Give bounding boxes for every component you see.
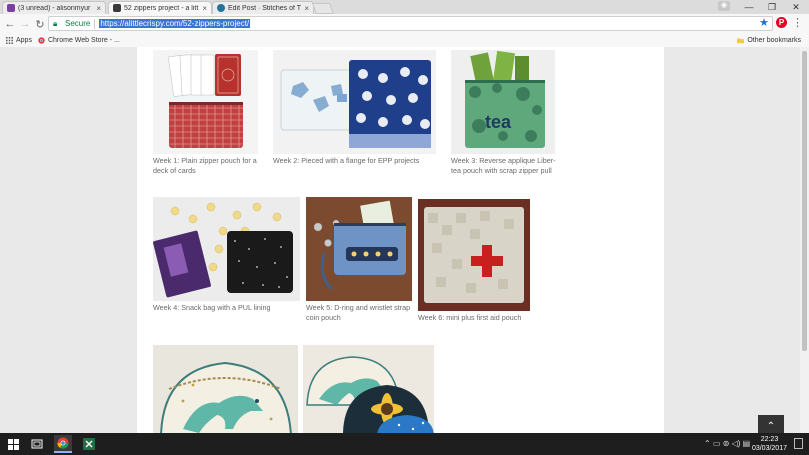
tab-edit-post[interactable]: Edit Post · Stitches of Ti ×	[212, 1, 314, 14]
wordpress-icon	[217, 4, 225, 12]
taskbar-clock[interactable]: 22:23 03/03/2017	[752, 435, 787, 453]
gallery-caption: Week 6: mini plus first aid pouch	[418, 313, 522, 322]
close-window-button[interactable]: ✕	[784, 0, 808, 14]
folder-icon	[737, 38, 745, 44]
clock-date: 03/03/2017	[751, 445, 787, 452]
gallery-caption: Week 5: D-ring and wristlet strap coin po…	[306, 303, 411, 322]
week-1-photo[interactable]	[153, 50, 258, 154]
gallery-caption: Week 2: Pieced with a flange for EPP pro…	[273, 156, 420, 165]
address-bar[interactable]: 🔒︎ Secure https://alittlecrispy.com/52-z…	[48, 16, 773, 31]
bookmark-chrome-web-store[interactable]: Chrome Web Store - ...	[38, 37, 120, 44]
gallery-caption: Week 4: Snack bag with a PUL lining	[153, 303, 271, 312]
divider	[94, 18, 96, 29]
week-7-photo[interactable]	[153, 345, 298, 433]
excel-taskbar-icon[interactable]	[80, 435, 98, 453]
pinterest-icon[interactable]: P	[776, 17, 787, 28]
maximize-button[interactable]: ❐	[760, 0, 784, 14]
lock-icon: 🔒︎	[53, 18, 58, 28]
forward-button[interactable]: →	[18, 17, 32, 31]
week-4-photo[interactable]	[153, 197, 300, 301]
tab-label: Edit Post · Stitches of Ti	[228, 4, 302, 12]
profile-icon[interactable]: ◉	[718, 1, 730, 11]
menu-icon[interactable]: ⋮	[792, 16, 803, 29]
chrome-taskbar-icon[interactable]	[54, 435, 72, 453]
tab-label: (3 unread) - alisonmyur	[18, 4, 91, 12]
reload-button[interactable]: ↻	[33, 17, 47, 31]
post-content: Week 1: Plain zipper pouch for a deck of …	[137, 47, 664, 433]
back-button[interactable]: ←	[3, 17, 17, 31]
windows-start-icon[interactable]	[4, 435, 22, 453]
secure-label: Secure	[65, 19, 91, 28]
week-2-photo[interactable]	[273, 50, 436, 154]
bookmarks-bar: Apps Chrome Web Store - ... Other bookma…	[0, 34, 809, 48]
week-5-photo[interactable]	[306, 197, 412, 301]
bookmark-label: Chrome Web Store - ...	[47, 37, 120, 44]
task-view-icon[interactable]	[28, 435, 46, 453]
close-icon[interactable]: ×	[304, 4, 309, 13]
page-viewport: Week 1: Plain zipper pouch for a deck of …	[0, 47, 800, 433]
notifications-icon[interactable]	[794, 438, 803, 449]
close-icon[interactable]: ×	[202, 4, 207, 13]
gallery-caption: Week 1: Plain zipper pouch for a deck of …	[153, 156, 257, 175]
new-tab-button[interactable]	[311, 3, 335, 14]
bookmark-star-icon[interactable]: ★	[759, 16, 769, 29]
week-6-photo[interactable]	[418, 199, 530, 311]
week-8-photo[interactable]	[303, 345, 434, 433]
bookmark-label: Apps	[16, 37, 32, 44]
week-3-photo[interactable]: tea	[451, 50, 555, 154]
tab-52-zippers[interactable]: 52 zippers project - a litt ×	[108, 1, 212, 14]
bookmark-label: Other bookmarks	[747, 37, 801, 44]
url-text[interactable]: https://alittlecrispy.com/52-zippers-pro…	[99, 19, 251, 28]
mail-icon	[7, 4, 15, 12]
chrome-web-store-icon	[38, 37, 45, 44]
tea-applique-text: tea	[485, 112, 512, 132]
close-icon[interactable]: ×	[96, 4, 101, 13]
apps-icon	[6, 37, 13, 44]
gallery-caption: Week 3: Reverse applique Liber-tea pouch…	[451, 156, 556, 175]
minimize-button[interactable]: —	[737, 0, 761, 14]
windows-taskbar: ⌃ ▭ ⊚ ◁) ▤ 22:23 03/03/2017	[0, 433, 809, 455]
tab-label: 52 zippers project - a litt	[124, 4, 199, 12]
clock-time: 22:23	[760, 436, 779, 443]
scrollbar-thumb[interactable]	[802, 51, 807, 351]
page-scrollbar[interactable]	[800, 47, 809, 433]
site-icon	[113, 4, 121, 12]
bookmark-apps[interactable]: Apps	[6, 37, 32, 44]
system-tray-icons[interactable]: ⌃ ▭ ⊚ ◁) ▤	[704, 439, 750, 448]
tab-gmail[interactable]: (3 unread) - alisonmyur ×	[2, 1, 106, 14]
other-bookmarks[interactable]: Other bookmarks	[737, 37, 801, 44]
tab-strip: (3 unread) - alisonmyur × 52 zippers pro…	[0, 0, 809, 14]
browser-toolbar: ← → ↻ 🔒︎ Secure https://alittlecrispy.co…	[0, 14, 809, 34]
